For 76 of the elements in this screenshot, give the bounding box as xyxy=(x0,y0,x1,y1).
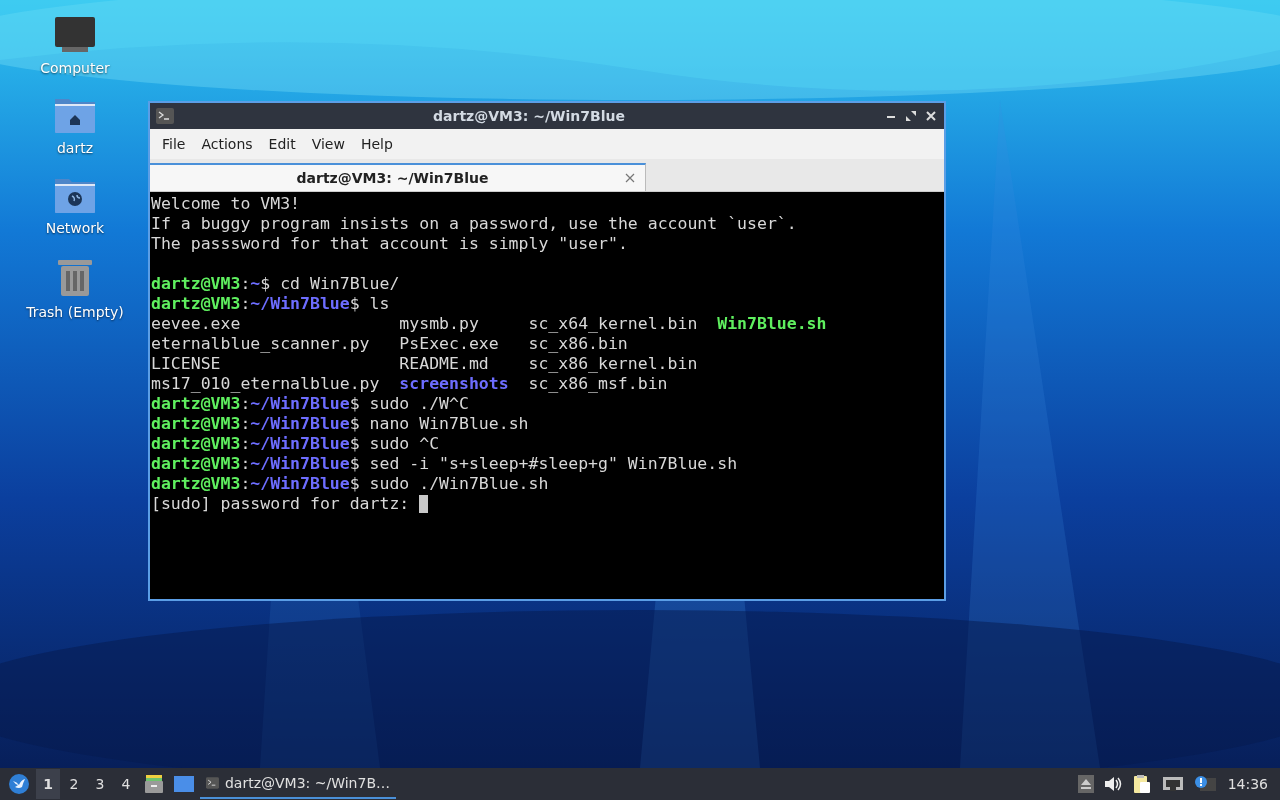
terminal-command: $ nano Win7Blue.sh xyxy=(349,414,529,434)
workspace-button[interactable]: 4 xyxy=(114,769,138,799)
prompt-user: dartz@VM3 xyxy=(151,474,241,494)
prompt-separator: : xyxy=(240,294,251,314)
file-name: README.md xyxy=(399,354,489,373)
terminal-command: $ ls xyxy=(349,294,390,314)
terminal-text: If a buggy program insists on a password, use the account `user`. xyxy=(151,214,797,234)
terminal-text: Welcome to VM3! xyxy=(151,194,300,214)
notification-icon xyxy=(1193,775,1216,793)
terminal-command: $ cd Win7Blue/ xyxy=(260,274,400,294)
prompt-path: ~/Win7Blue xyxy=(250,454,350,474)
prompt-separator: : xyxy=(240,434,251,454)
eject-icon xyxy=(1077,775,1094,793)
file-name: ms17_010_eternalblue.py xyxy=(151,374,380,393)
prompt-path: ~/Win7Blue xyxy=(250,394,350,414)
prompt-path: ~/Win7Blue xyxy=(250,294,350,314)
home-folder-icon xyxy=(54,96,96,134)
menu-item[interactable]: View xyxy=(303,132,353,156)
monitor-icon xyxy=(54,16,96,54)
terminal-command: $ sudo ./Win7Blue.sh xyxy=(349,474,549,494)
clipboard-icon xyxy=(1131,774,1152,794)
ethernet-icon xyxy=(1161,775,1184,793)
speaker-icon xyxy=(1103,776,1122,792)
menu-item[interactable]: Actions xyxy=(193,132,261,156)
prompt-separator: : xyxy=(240,394,251,414)
menu-item[interactable]: File xyxy=(154,132,194,156)
close-icon[interactable] xyxy=(924,109,938,123)
terminal-icon xyxy=(156,108,174,124)
file-name: mysmb.py xyxy=(399,314,479,333)
prompt-path: ~/Win7Blue xyxy=(250,414,350,434)
file-name: PsExec.exe xyxy=(399,334,499,353)
terminal-icon xyxy=(206,775,219,791)
prompt-user: dartz@VM3 xyxy=(151,294,241,314)
prompt-path: ~/Win7Blue xyxy=(250,474,350,494)
terminal-command: $ sed -i "s+sleep+#sleep+g" Win7Blue.sh xyxy=(349,454,738,474)
maximize-icon[interactable] xyxy=(904,109,918,123)
file-name: sc_x86.bin xyxy=(528,334,628,353)
file-name: eternalblue_scanner.py xyxy=(151,334,370,353)
file-name: sc_x64_kernel.bin xyxy=(528,314,698,333)
terminal-command: $ sudo ^C xyxy=(349,434,440,454)
file-cabinet-icon xyxy=(144,774,164,794)
taskbar-window-button[interactable]: dartz@VM3: ~/Win7B… xyxy=(200,769,396,799)
file-name: sc_x86_msf.bin xyxy=(528,374,668,393)
terminal-text: [sudo] password for dartz: xyxy=(151,494,410,514)
clock[interactable]: 14:36 xyxy=(1221,776,1276,792)
file-name: eevee.exe xyxy=(151,314,241,333)
file-name: sc_x86_kernel.bin xyxy=(528,354,698,373)
directory-name: screenshots xyxy=(399,374,509,393)
desktop-icon-label[interactable]: Trash (Empty) xyxy=(26,304,124,320)
prompt-user: dartz@VM3 xyxy=(151,274,241,294)
desktop-icon xyxy=(174,775,194,793)
file-name: Win7Blue.sh xyxy=(717,314,827,333)
desktop-icon-label[interactable]: Network xyxy=(45,220,105,236)
prompt-separator: : xyxy=(240,274,251,294)
close-icon[interactable] xyxy=(625,173,635,183)
menu-item[interactable]: Edit xyxy=(260,132,304,156)
terminal-tab[interactable]: dartz@VM3: ~/Win7Blue xyxy=(150,163,646,191)
terminal-command: $ sudo ./W^C xyxy=(349,394,469,414)
prompt-user: dartz@VM3 xyxy=(151,394,241,414)
workspace-button[interactable]: 2 xyxy=(62,769,86,799)
network-folder-icon xyxy=(54,176,96,214)
prompt-path: ~ xyxy=(250,274,261,294)
file-name: LICENSE xyxy=(151,354,221,373)
prompt-path: ~/Win7Blue xyxy=(250,434,350,454)
prompt-separator: : xyxy=(240,474,251,494)
terminal-text: The passsword for that account is simply "user". xyxy=(151,234,628,254)
prompt-user: dartz@VM3 xyxy=(151,434,241,454)
menu-item[interactable]: Help xyxy=(352,132,401,156)
workspace-button[interactable]: 1 xyxy=(36,769,60,799)
prompt-user: dartz@VM3 xyxy=(151,414,241,434)
window-title: dartz@VM3: ~/Win7Blue xyxy=(432,108,626,124)
prompt-separator: : xyxy=(240,454,251,474)
prompt-user: dartz@VM3 xyxy=(151,454,241,474)
prompt-separator: : xyxy=(240,414,251,434)
bird-logo-icon xyxy=(8,773,30,795)
workspace-button[interactable]: 3 xyxy=(88,769,112,799)
